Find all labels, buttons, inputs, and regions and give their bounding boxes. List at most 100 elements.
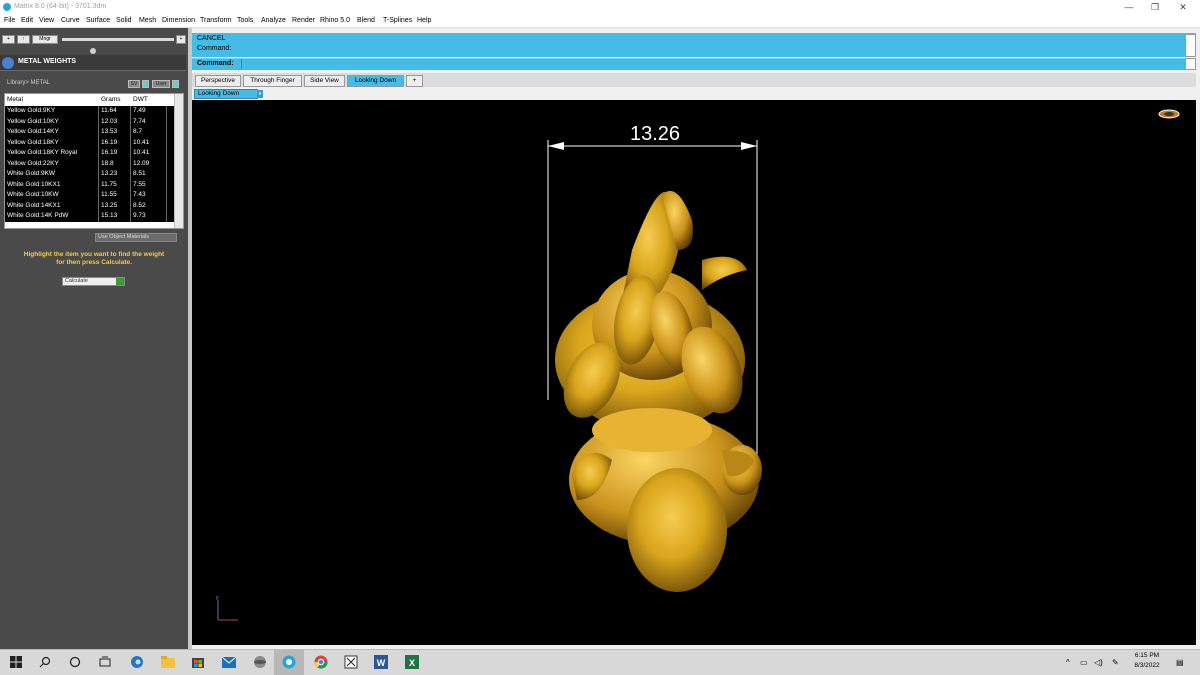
menu-dimension[interactable]: Dimension xyxy=(162,17,195,24)
snip-tool-icon[interactable] xyxy=(343,654,359,670)
table-row[interactable]: White Gold:14KX1 13.25 8.52 xyxy=(5,200,175,211)
restore-button[interactable]: ❐ xyxy=(1140,1,1170,13)
add-tab-button[interactable]: + xyxy=(406,75,423,87)
sv-button[interactable]: SV xyxy=(128,80,140,88)
table-row[interactable]: Yellow Gold:10KY 12.03 7.74 xyxy=(5,116,175,127)
user-toggle[interactable] xyxy=(172,80,179,88)
command-input-bar[interactable] xyxy=(192,58,1196,70)
clock-time: 6:15 PM xyxy=(1134,652,1160,659)
file-explorer-icon[interactable] xyxy=(160,654,176,670)
table-row[interactable]: White Gold:14K PdW 15.13 9.73 xyxy=(5,211,175,222)
use-object-materials-button[interactable]: Use Object Materials xyxy=(95,233,177,242)
command-scrollbar[interactable] xyxy=(1185,34,1196,57)
metal-cell: White Gold:10KX1 xyxy=(5,179,99,190)
store-icon[interactable] xyxy=(190,654,206,670)
table-row[interactable]: Yellow Gold:14KY 13.53 8.7 xyxy=(5,127,175,138)
menu-rhino[interactable]: Rhino 5.0 xyxy=(320,17,350,24)
calculate-button[interactable]: Calculate xyxy=(62,277,125,286)
windows-start-icon[interactable] xyxy=(8,654,24,670)
gold-model xyxy=(555,190,762,592)
menu-analyze[interactable]: Analyze xyxy=(261,17,286,24)
metal-weights-header: METAL WEIGHTS xyxy=(0,55,186,71)
model-canvas xyxy=(217,140,762,621)
search-icon[interactable] xyxy=(37,654,53,670)
volume-icon[interactable]: ◁) xyxy=(1094,658,1103,667)
menu-file[interactable]: File xyxy=(4,17,15,24)
svg-text:X: X xyxy=(409,658,415,668)
tab-looking-down[interactable]: Looking Down xyxy=(347,75,404,87)
3d-viewport[interactable]: y xyxy=(192,100,1196,645)
panel-slider[interactable] xyxy=(62,38,174,41)
dwt-cell: 10.41 xyxy=(131,148,167,159)
dropdown-arrow-icon[interactable]: ▾ xyxy=(257,90,263,98)
edge-icon[interactable] xyxy=(129,654,145,670)
word-icon[interactable]: W xyxy=(373,654,389,670)
calculate-label: Calculate xyxy=(65,278,88,284)
up-button[interactable]: ↑ xyxy=(17,35,30,44)
menu-view[interactable]: View xyxy=(39,17,54,24)
menu-mesh[interactable]: Mesh xyxy=(139,17,156,24)
menu-transform[interactable]: Transform xyxy=(200,17,232,24)
chrome-icon[interactable] xyxy=(313,654,329,670)
table-row[interactable]: Yellow Gold:18KY 16.19 10.41 xyxy=(5,137,175,148)
menu-help[interactable]: Help xyxy=(417,17,431,24)
table-row[interactable]: White Gold:9KW 13.23 8.51 xyxy=(5,169,175,180)
app-icon[interactable] xyxy=(252,654,268,670)
navigation-icon[interactable] xyxy=(1158,108,1180,120)
grams-cell: 12.03 xyxy=(99,116,131,127)
window-title: Matrix 8.0 (64-bit) - 3701.3dm xyxy=(14,3,107,10)
grams-cell: 18.8 xyxy=(99,158,131,169)
menu-blend[interactable]: Blend xyxy=(357,17,375,24)
menu-render[interactable]: Render xyxy=(292,17,315,24)
table-header: Metal Grams DWT xyxy=(5,95,175,106)
add-button[interactable]: + xyxy=(2,35,15,44)
menu-surface[interactable]: Surface xyxy=(86,17,110,24)
command-input-scroll[interactable] xyxy=(1185,58,1196,70)
metal-cell: Yellow Gold:22KY xyxy=(5,158,99,169)
sv-toggle[interactable] xyxy=(142,80,149,88)
mail-icon[interactable] xyxy=(221,654,237,670)
table-scrollbar[interactable] xyxy=(174,94,183,228)
grams-cell: 13.23 xyxy=(99,169,131,180)
dimension-value: 13.26 xyxy=(629,123,681,145)
slider-knob[interactable] xyxy=(90,48,96,54)
dwt-cell: 7.43 xyxy=(131,190,167,201)
grams-cell: 16.19 xyxy=(99,148,131,159)
excel-icon[interactable]: X xyxy=(404,654,420,670)
viewport-label[interactable]: Looking Down ▾ xyxy=(194,89,263,99)
network-icon[interactable]: ▭ xyxy=(1080,658,1088,667)
expand-button[interactable]: + xyxy=(176,35,186,44)
menu-tsplines[interactable]: T-Splines xyxy=(383,17,412,24)
tab-side-view[interactable]: Side View xyxy=(304,75,345,87)
table-row[interactable]: Yellow Gold:9KY 11.64 7.49 xyxy=(5,106,175,117)
table-row[interactable]: Yellow Gold:18KY Royal 16.19 10.41 xyxy=(5,148,175,159)
table-row[interactable]: White Gold:10KX1 11.75 7.55 xyxy=(5,179,175,190)
cortana-icon[interactable] xyxy=(67,654,83,670)
user-button[interactable]: User xyxy=(152,80,170,88)
tray-chevron-icon[interactable]: ^ xyxy=(1066,658,1070,667)
pen-icon[interactable]: ✎ xyxy=(1112,658,1119,667)
column-header-metal[interactable]: Metal xyxy=(5,95,99,106)
column-header-grams[interactable]: Grams xyxy=(99,95,131,106)
table-row[interactable]: White Gold:10KW 11.55 7.43 xyxy=(5,190,175,201)
menu-curve[interactable]: Curve xyxy=(61,17,80,24)
hint-line-1: Highlight the item you want to find the … xyxy=(23,251,165,258)
library-label: Library> METAL xyxy=(7,80,51,86)
task-view-icon[interactable] xyxy=(97,654,113,670)
menu-tools[interactable]: Tools xyxy=(237,17,253,24)
close-button[interactable]: ✕ xyxy=(1168,1,1198,13)
panel-title: METAL WEIGHTS xyxy=(18,58,77,65)
tab-through-finger[interactable]: Through Finger xyxy=(243,75,302,87)
metal-cell: Yellow Gold:10KY xyxy=(5,116,99,127)
column-header-dwt[interactable]: DWT xyxy=(131,95,167,106)
grams-cell: 13.53 xyxy=(99,127,131,138)
manager-button[interactable]: Mngr xyxy=(32,35,58,44)
tab-perspective[interactable]: Perspective xyxy=(195,75,241,87)
table-row[interactable]: Yellow Gold:22KY 18.8 12.09 xyxy=(5,158,175,169)
menu-solid[interactable]: Solid xyxy=(116,17,132,24)
metal-cell: White Gold:9KW xyxy=(5,169,99,180)
menu-edit[interactable]: Edit xyxy=(21,17,33,24)
matrix-icon[interactable] xyxy=(281,654,297,670)
notification-icon[interactable]: ▤ xyxy=(1176,658,1184,667)
taskbar-clock[interactable]: 6:15 PM 8/3/2022 xyxy=(1127,651,1167,671)
